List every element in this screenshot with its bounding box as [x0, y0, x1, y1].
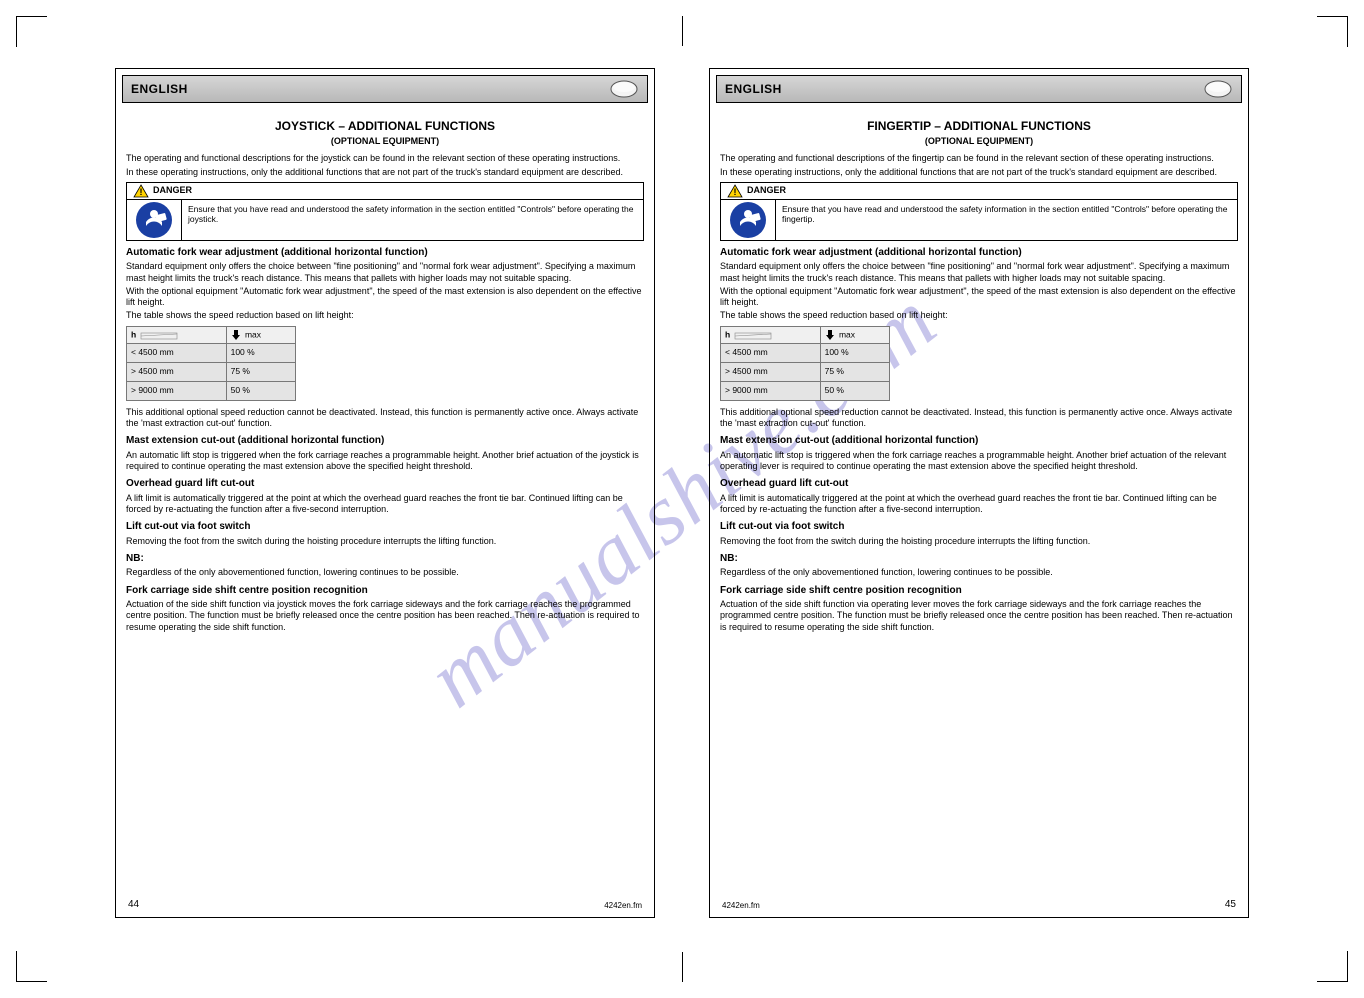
- page-left: ENGLISH JOYSTICK – ADDITIONAL FUNCTIONS …: [115, 68, 655, 918]
- section-3-heading: Overhead guard lift cut-out: [720, 478, 1238, 491]
- tbl-r2c1: > 4500 mm: [721, 362, 821, 381]
- page-number: 44: [128, 899, 139, 912]
- section-2-heading: Mast extension cut-out (additional horiz…: [126, 435, 644, 448]
- tbl-r1c1: < 4500 mm: [721, 343, 821, 362]
- section-3-heading: Overhead guard lift cut-out: [126, 478, 644, 491]
- warning-box: ! DANGER Ensure that you have read and u…: [126, 182, 644, 241]
- tbl-r3c1: > 9000 mm: [721, 381, 821, 400]
- section-5-p: Actuation of the side shift function via…: [126, 599, 644, 633]
- page-title: JOYSTICK – ADDITIONAL FUNCTIONS: [126, 119, 644, 134]
- section-1-heading: Automatic fork wear adjustment (addition…: [126, 247, 644, 260]
- read-manual-icon: [134, 200, 174, 240]
- section-5-heading: Fork carriage side shift centre position…: [720, 585, 1238, 598]
- warning-box: ! DANGER Ensure that you have read and u…: [720, 182, 1238, 241]
- section-4-p: Removing the foot from the switch during…: [720, 536, 1238, 547]
- page-right: ENGLISH FINGERTIP – ADDITIONAL FUNCTIONS…: [709, 68, 1249, 918]
- lang-label: ENGLISH: [123, 82, 188, 97]
- section-1-p1: Standard equipment only offers the choic…: [720, 261, 1238, 284]
- spread: ENGLISH JOYSTICK – ADDITIONAL FUNCTIONS …: [0, 0, 1364, 986]
- section-1-p3: The table shows the speed reduction base…: [126, 310, 644, 321]
- section-5-p: Actuation of the side shift function via…: [720, 599, 1238, 633]
- section-4-heading: Lift cut-out via foot switch: [126, 521, 644, 534]
- tbl-r1c2: 100 %: [820, 343, 889, 362]
- tbl-r3c2: 50 %: [226, 381, 295, 400]
- page-header: ENGLISH: [716, 75, 1242, 103]
- page-subtitle: (OPTIONAL EQUIPMENT): [126, 136, 644, 147]
- section-1-p1: Standard equipment only offers the choic…: [126, 261, 644, 284]
- mast-height-icon: [733, 329, 773, 341]
- nb-p: Regardless of the only abovementioned fu…: [126, 567, 644, 578]
- section-4-heading: Lift cut-out via foot switch: [720, 521, 1238, 534]
- warning-text: Ensure that you have read and understood…: [776, 200, 1237, 240]
- nb-heading: NB:: [720, 553, 1238, 566]
- warning-triangle-icon: !: [727, 184, 743, 198]
- section-3-p: A lift limit is automatically triggered …: [720, 493, 1238, 516]
- language-flag-icon: [1203, 79, 1233, 99]
- section-5-heading: Fork carriage side shift centre position…: [126, 585, 644, 598]
- tbl-r3c1: > 9000 mm: [127, 381, 227, 400]
- tbl-r1c1: < 4500 mm: [127, 343, 227, 362]
- extra-note: This additional optional speed reduction…: [720, 407, 1238, 430]
- load-icon: [231, 329, 243, 341]
- section-1-p2: With the optional equipment "Automatic f…: [126, 286, 644, 309]
- warning-label: DANGER: [153, 185, 192, 196]
- section-2-p: An automatic lift stop is triggered when…: [720, 450, 1238, 473]
- section-2-p: An automatic lift stop is triggered when…: [126, 450, 644, 473]
- page-number: 45: [1225, 899, 1236, 912]
- footnote: 4242en.fm: [604, 901, 642, 911]
- tbl-r2c1: > 4500 mm: [127, 362, 227, 381]
- nb-p: Regardless of the only abovementioned fu…: [720, 567, 1238, 578]
- section-1-p3: The table shows the speed reduction base…: [720, 310, 1238, 321]
- section-3-p: A lift limit is automatically triggered …: [126, 493, 644, 516]
- warning-text: Ensure that you have read and understood…: [182, 200, 643, 240]
- section-1-p2: With the optional equipment "Automatic f…: [720, 286, 1238, 309]
- language-flag-icon: [609, 79, 639, 99]
- svg-text:!: !: [140, 187, 143, 197]
- tbl-r2c2: 75 %: [820, 362, 889, 381]
- page-header: ENGLISH: [122, 75, 648, 103]
- svg-text:!: !: [734, 187, 737, 197]
- speed-table: h max < 4500 mm100 % > 4500 mm75 % > 900…: [720, 326, 890, 401]
- speed-table: h max < 4500 mm100 % > 4500 mm75 % > 900…: [126, 326, 296, 401]
- tbl-r1c2: 100 %: [226, 343, 295, 362]
- page-title: FINGERTIP – ADDITIONAL FUNCTIONS: [720, 119, 1238, 134]
- nb-heading: NB:: [126, 553, 644, 566]
- section-1-heading: Automatic fork wear adjustment (addition…: [720, 247, 1238, 260]
- warning-triangle-icon: !: [133, 184, 149, 198]
- footnote: 4242en.fm: [722, 901, 760, 911]
- intro-1: The operating and functional description…: [126, 153, 644, 164]
- intro-2: In these operating instructions, only th…: [126, 167, 644, 178]
- intro-1: The operating and functional description…: [720, 153, 1238, 164]
- lang-label: ENGLISH: [717, 82, 782, 97]
- warning-label: DANGER: [747, 185, 786, 196]
- section-2-heading: Mast extension cut-out (additional horiz…: [720, 435, 1238, 448]
- intro-2: In these operating instructions, only th…: [720, 167, 1238, 178]
- load-icon: [825, 329, 837, 341]
- extra-note: This additional optional speed reduction…: [126, 407, 644, 430]
- read-manual-icon: [728, 200, 768, 240]
- section-4-p: Removing the foot from the switch during…: [126, 536, 644, 547]
- tbl-r2c2: 75 %: [226, 362, 295, 381]
- tbl-r3c2: 50 %: [820, 381, 889, 400]
- page-subtitle: (OPTIONAL EQUIPMENT): [720, 136, 1238, 147]
- mast-height-icon: [139, 329, 179, 341]
